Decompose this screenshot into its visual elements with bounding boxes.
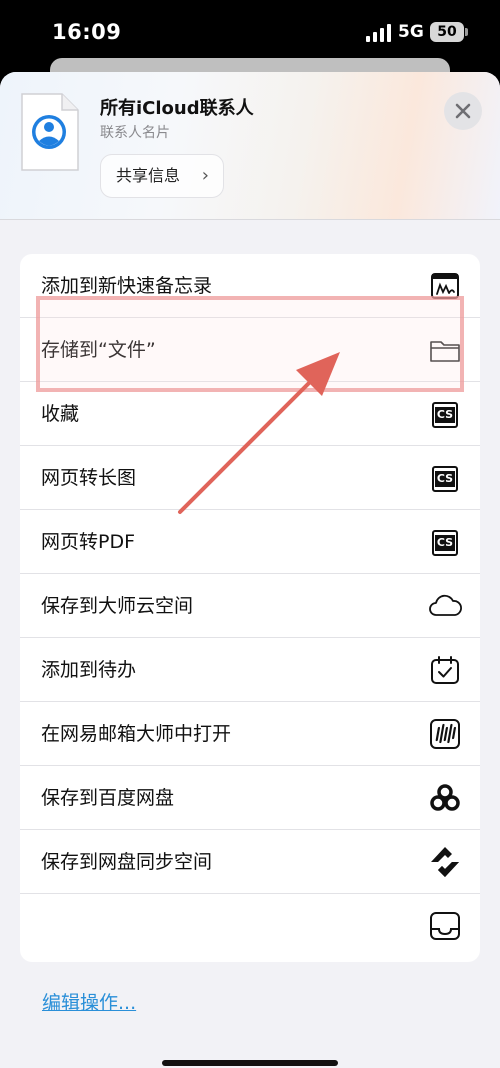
action-label: 网页转PDF	[41, 531, 136, 553]
action-label: 在网易邮箱大师中打开	[41, 723, 232, 745]
cs-icon: CS	[432, 530, 458, 556]
calendar-check-icon	[431, 656, 459, 684]
cs-icon: CS	[432, 402, 458, 428]
action-label: 保存到大师云空间	[41, 595, 194, 617]
share-title: 所有iCloud联系人	[100, 98, 254, 119]
tray-icon	[430, 912, 460, 940]
action-label: 保存到百度网盘	[41, 787, 175, 809]
status-time: 16:09	[52, 20, 122, 44]
battery-icon: 50	[430, 22, 468, 42]
action-label: 保存到网盘同步空间	[41, 851, 213, 873]
action-save-to-master-cloud[interactable]: 保存到大师云空间	[20, 574, 480, 638]
action-item-partial[interactable]	[20, 894, 480, 958]
home-indicator[interactable]	[162, 1060, 338, 1066]
mail-master-icon	[430, 719, 460, 749]
annotation-arrow	[178, 352, 340, 514]
action-label: 添加到待办	[41, 659, 137, 681]
close-button[interactable]	[444, 92, 482, 130]
action-add-to-todo[interactable]: 添加到待办	[20, 638, 480, 702]
signal-icon	[366, 24, 391, 42]
action-open-in-mail-master[interactable]: 在网易邮箱大师中打开	[20, 702, 480, 766]
share-info-button[interactable]: 共享信息 ›	[100, 154, 224, 198]
action-label: 网页转长图	[41, 467, 137, 489]
share-sheet: 所有iCloud联系人 联系人名片 共享信息 › 添加到新快速备忘录 存储到“文…	[0, 72, 500, 1068]
close-icon	[455, 103, 471, 119]
cloud-icon	[429, 594, 462, 616]
chevron-right-icon: ›	[201, 165, 209, 186]
share-subtitle: 联系人名片	[100, 125, 170, 141]
share-sheet-header: 所有iCloud联系人 联系人名片 共享信息 ›	[0, 72, 500, 220]
battery-level: 50	[437, 24, 457, 40]
baidu-netdisk-icon	[430, 784, 460, 811]
action-save-to-sync-space[interactable]: 保存到网盘同步空间	[20, 830, 480, 894]
contact-card-document-icon	[21, 93, 79, 171]
edit-actions-link[interactable]: 编辑操作...	[42, 988, 136, 1015]
network-type: 5G	[398, 22, 424, 42]
sync-space-icon	[431, 847, 459, 877]
action-save-to-baidu-netdisk[interactable]: 保存到百度网盘	[20, 766, 480, 830]
share-info-label: 共享信息	[116, 166, 181, 185]
cs-icon: CS	[432, 466, 458, 492]
